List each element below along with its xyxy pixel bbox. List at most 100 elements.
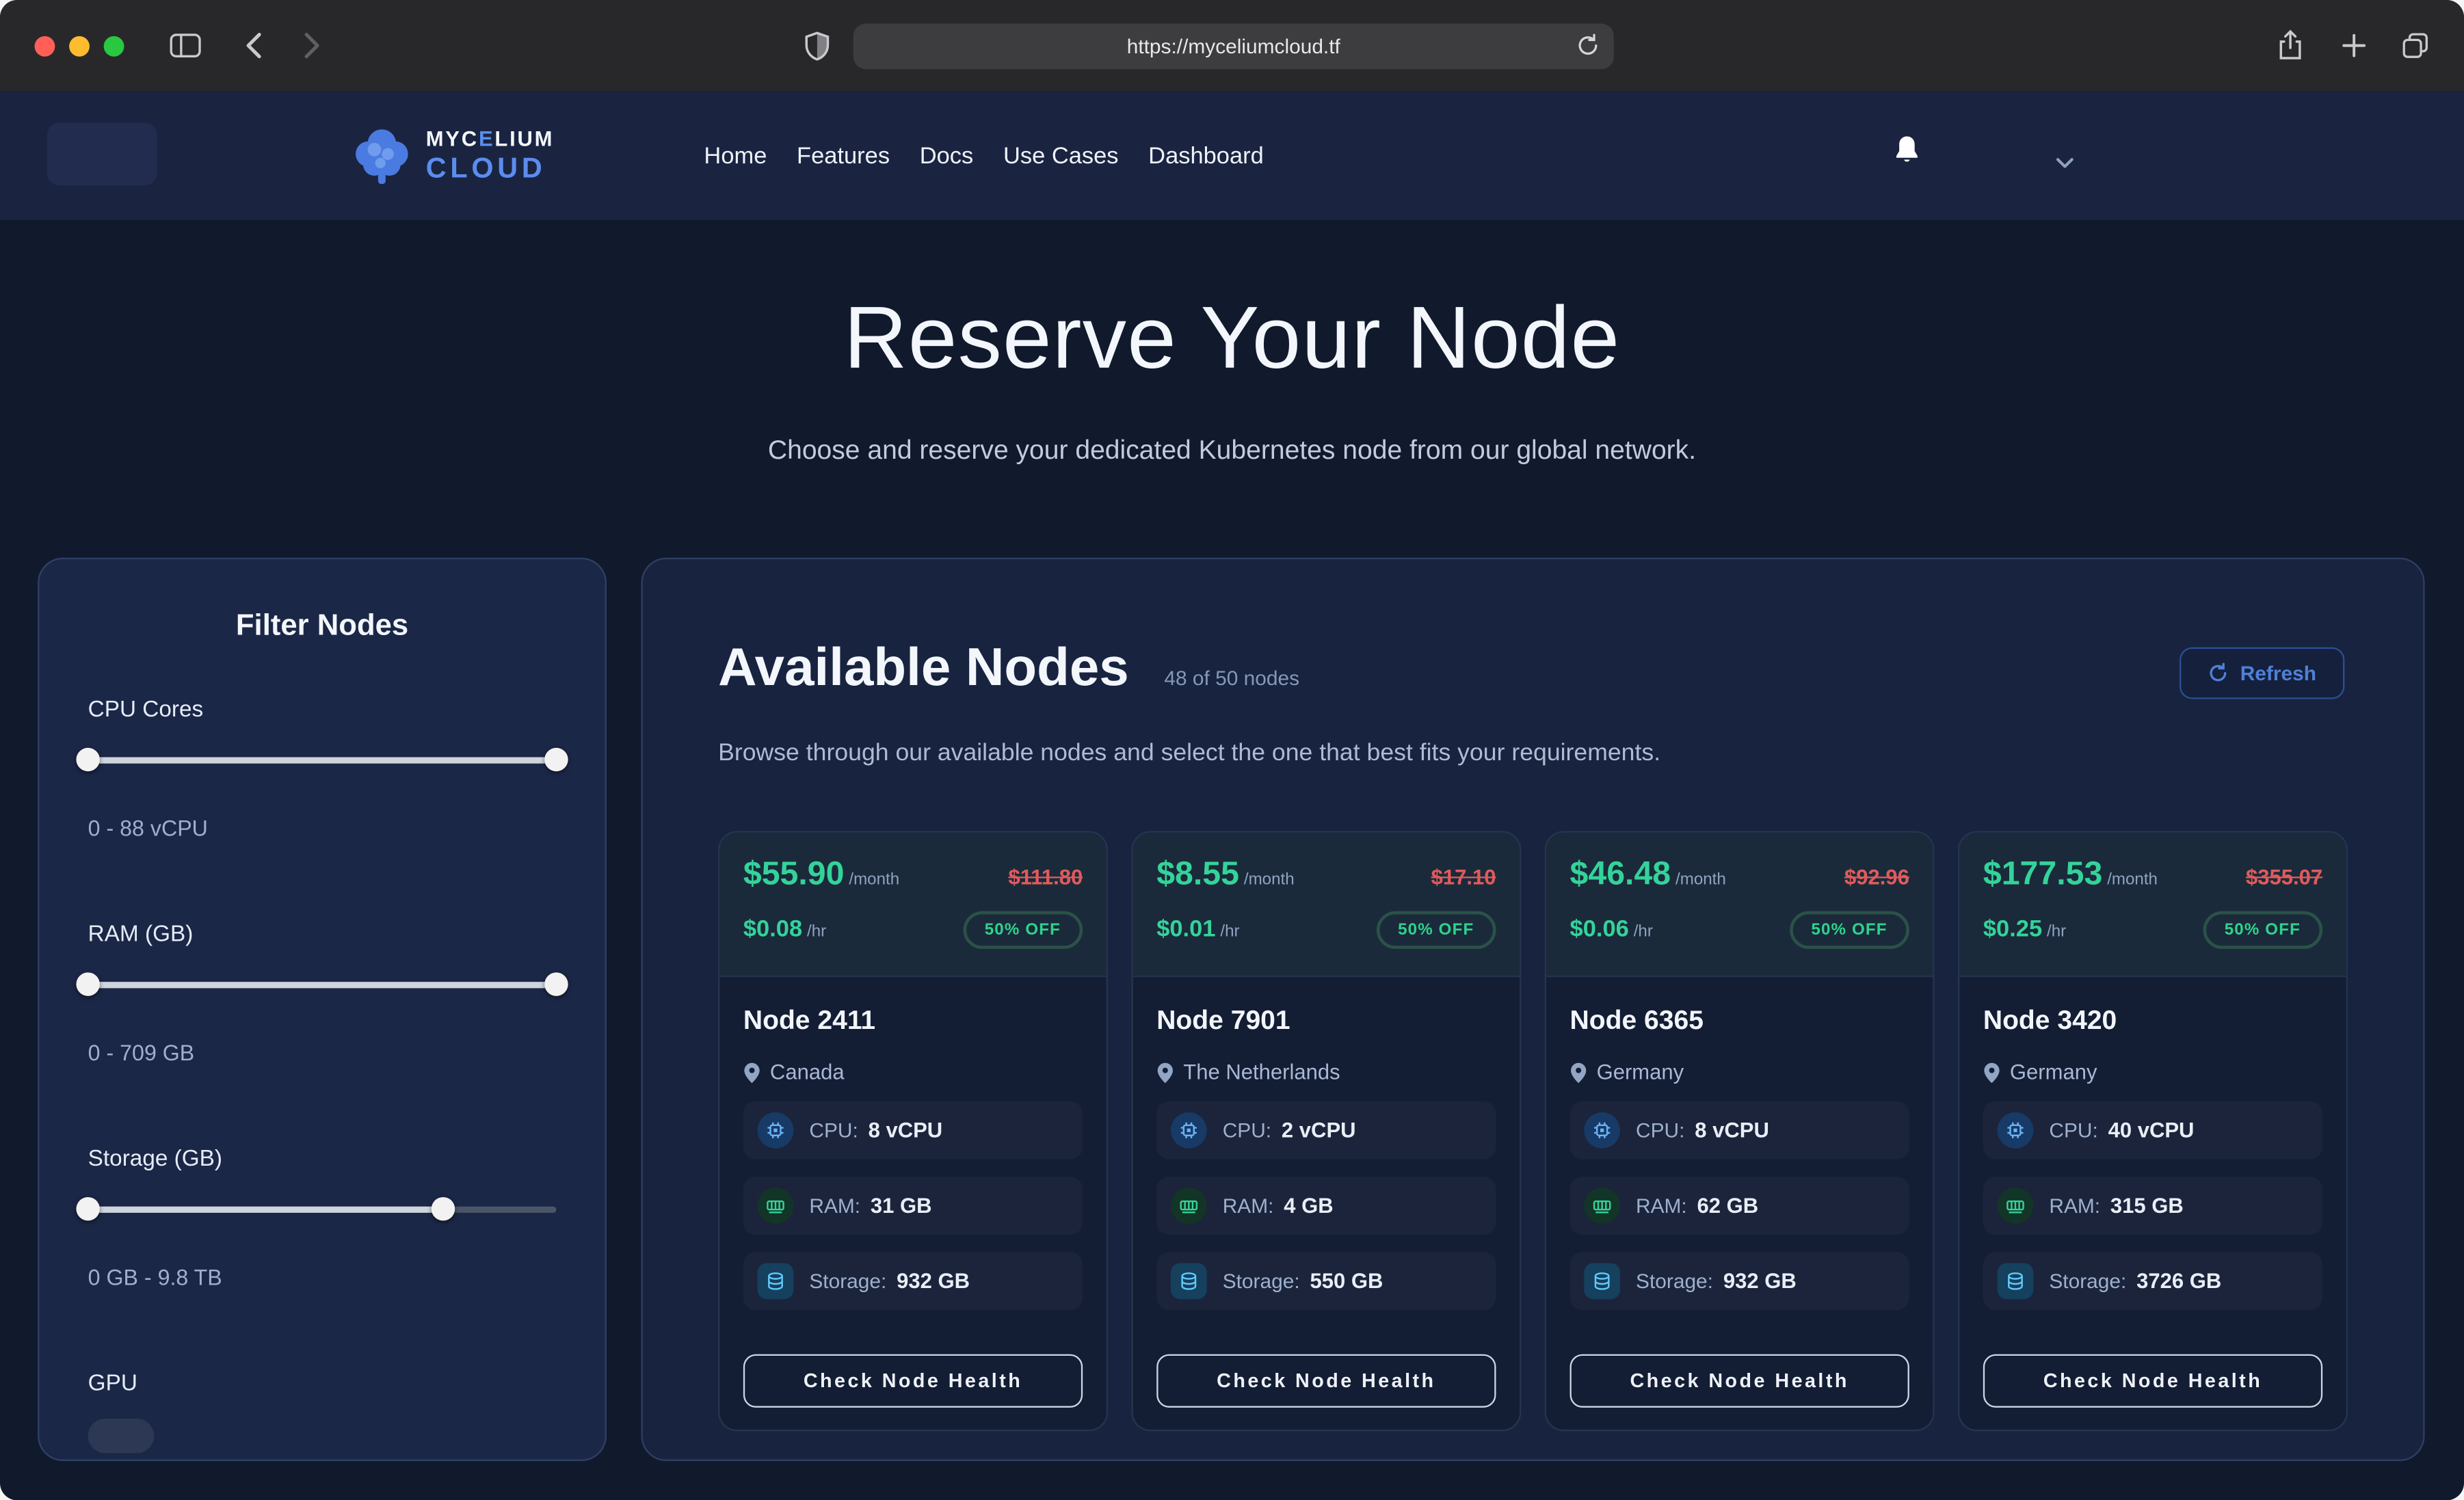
slider-track <box>88 756 557 762</box>
card-body: Node 3420 Germany CPU: 40 vCPU <box>1959 977 2346 1430</box>
url-text: https://myceliumcloud.tf <box>1127 35 1340 58</box>
cpu-value: 40 vCPU <box>2108 1118 2195 1141</box>
slider-handle-max[interactable] <box>432 1197 455 1220</box>
check-node-health-button[interactable]: Check Node Health <box>743 1354 1083 1408</box>
cpu-range-slider[interactable] <box>88 748 557 771</box>
tab-overview-icon[interactable] <box>2401 0 2429 91</box>
close-window-button[interactable] <box>35 36 55 56</box>
cpu-value: 2 vCPU <box>1282 1118 1356 1141</box>
ram-icon <box>1584 1188 1620 1224</box>
slider-handle-max[interactable] <box>544 972 568 995</box>
nav-link[interactable]: Docs <box>920 142 974 169</box>
forward-icon[interactable] <box>302 0 321 91</box>
spec-row-ram: RAM: 315 GB <box>1983 1177 2322 1235</box>
slider-handle-min[interactable] <box>76 748 99 771</box>
card-body: Node 6365 Germany CPU: 8 vCPU <box>1546 977 1933 1430</box>
notifications-bell-icon[interactable] <box>1894 135 1920 174</box>
cpu-icon <box>1584 1112 1620 1149</box>
discount-badge: 50% OFF <box>963 911 1083 949</box>
monthly-unit: /month <box>1675 870 1726 889</box>
filter-label-storage: Storage (GB) <box>88 1147 557 1172</box>
check-node-health-button[interactable]: Check Node Health <box>1983 1354 2322 1408</box>
nav-link[interactable]: Home <box>704 142 767 169</box>
monthly-price: $46.48 <box>1570 856 1671 892</box>
ram-icon <box>758 1188 794 1224</box>
storage-value: 3726 GB <box>2136 1268 2221 1291</box>
viewport: https://myceliumcloud.tf <box>0 0 2464 1500</box>
price-header: $177.53/month $355.07 $0.25/hr 50% OFF <box>1959 833 2346 977</box>
monthly-unit: /month <box>1244 870 1295 889</box>
spec-row-ram: RAM: 4 GB <box>1156 1177 1496 1235</box>
filter-label-gpu: GPU <box>88 1371 557 1397</box>
slider-handle-min[interactable] <box>76 972 99 995</box>
section-title: Available Nodes <box>718 638 1129 697</box>
cpu-label: CPU: <box>809 1118 858 1141</box>
monthly-price: $177.53 <box>1983 856 2102 892</box>
cpu-label: CPU: <box>2049 1118 2097 1141</box>
hourly-price: $0.08 <box>743 916 802 943</box>
back-icon[interactable] <box>245 0 264 91</box>
hero-section: Reserve Your Node Choose and reserve you… <box>0 220 2464 467</box>
spec-row-cpu: CPU: 2 vCPU <box>1156 1101 1496 1160</box>
node-name: Node 7901 <box>1156 1006 1496 1037</box>
cpu-icon <box>758 1112 794 1149</box>
hourly-unit: /hr <box>1220 922 1239 941</box>
storage-range-slider[interactable] <box>88 1197 557 1220</box>
ram-icon <box>1171 1188 1207 1224</box>
node-location: Germany <box>1597 1060 1684 1084</box>
ram-value: 62 GB <box>1697 1193 1759 1216</box>
page-subtitle: Choose and reserve your dedicated Kubern… <box>0 435 2464 466</box>
monthly-price: $8.55 <box>1156 856 1239 892</box>
storage-label: Storage: <box>1223 1268 1300 1291</box>
nav-link[interactable]: Use Cases <box>1003 142 1119 169</box>
navbar-placeholder-block <box>47 122 157 185</box>
share-icon[interactable] <box>2277 0 2304 91</box>
refresh-icon <box>2207 663 2227 684</box>
node-location: Germany <box>2010 1060 2097 1084</box>
sidebar-toggle-icon[interactable] <box>170 0 201 91</box>
spec-row-storage: Storage: 550 GB <box>1156 1252 1496 1310</box>
hourly-price: $0.06 <box>1570 916 1629 943</box>
reload-icon[interactable] <box>1576 33 1600 66</box>
spec-row-storage: Storage: 932 GB <box>1570 1252 1909 1310</box>
user-menu-chevron-down-icon[interactable] <box>2056 149 2075 177</box>
refresh-button[interactable]: Refresh <box>2179 647 2344 699</box>
check-node-health-button[interactable]: Check Node Health <box>1570 1354 1909 1408</box>
minimize-window-button[interactable] <box>69 36 90 56</box>
storage-value: 932 GB <box>897 1268 970 1291</box>
hourly-unit: /hr <box>2047 922 2066 941</box>
slider-handle-max[interactable] <box>544 748 568 771</box>
address-bar[interactable]: https://myceliumcloud.tf <box>853 23 1614 69</box>
storage-label: Storage: <box>809 1268 886 1291</box>
node-name: Node 6365 <box>1570 1006 1909 1037</box>
nav-link[interactable]: Dashboard <box>1148 142 1264 169</box>
cpu-icon <box>1171 1112 1207 1149</box>
ram-value: 4 GB <box>1284 1193 1333 1216</box>
storage-icon <box>1584 1263 1620 1299</box>
ram-label: RAM: <box>2049 1193 2100 1216</box>
hourly-price: $0.01 <box>1156 916 1215 943</box>
node-cards: $55.90/month $111.80 $0.08/hr 50% OFF No… <box>718 831 2348 1432</box>
site-logo[interactable]: MYCELIUM CLOUD <box>349 124 554 187</box>
filter-range-cpu: 0 - 88 vCPU <box>88 816 557 841</box>
cpu-value: 8 vCPU <box>1695 1118 1769 1141</box>
new-tab-icon[interactable] <box>2342 0 2367 91</box>
zoom-window-button[interactable] <box>104 36 124 56</box>
spec-row-cpu: CPU: 8 vCPU <box>1570 1101 1909 1160</box>
check-node-health-button[interactable]: Check Node Health <box>1156 1354 1496 1408</box>
price-header: $8.55/month $17.10 $0.01/hr 50% OFF <box>1133 833 1520 977</box>
nav-links: Home Features Docs Use Cases Dashboard <box>704 91 1263 219</box>
gpu-toggle[interactable] <box>88 1419 155 1454</box>
spec-row-cpu: CPU: 40 vCPU <box>1983 1101 2322 1160</box>
node-card: $55.90/month $111.80 $0.08/hr 50% OFF No… <box>718 831 1108 1432</box>
ram-range-slider[interactable] <box>88 972 557 995</box>
storage-label: Storage: <box>2049 1268 2126 1291</box>
filter-range-ram: 0 - 709 GB <box>88 1040 557 1065</box>
spec-row-storage: Storage: 932 GB <box>743 1252 1083 1310</box>
storage-value: 550 GB <box>1310 1268 1383 1291</box>
node-location: Canada <box>770 1060 845 1084</box>
node-name: Node 2411 <box>743 1006 1083 1037</box>
privacy-shield-icon[interactable] <box>804 0 830 91</box>
nav-link[interactable]: Features <box>797 142 890 169</box>
slider-handle-min[interactable] <box>76 1197 99 1220</box>
